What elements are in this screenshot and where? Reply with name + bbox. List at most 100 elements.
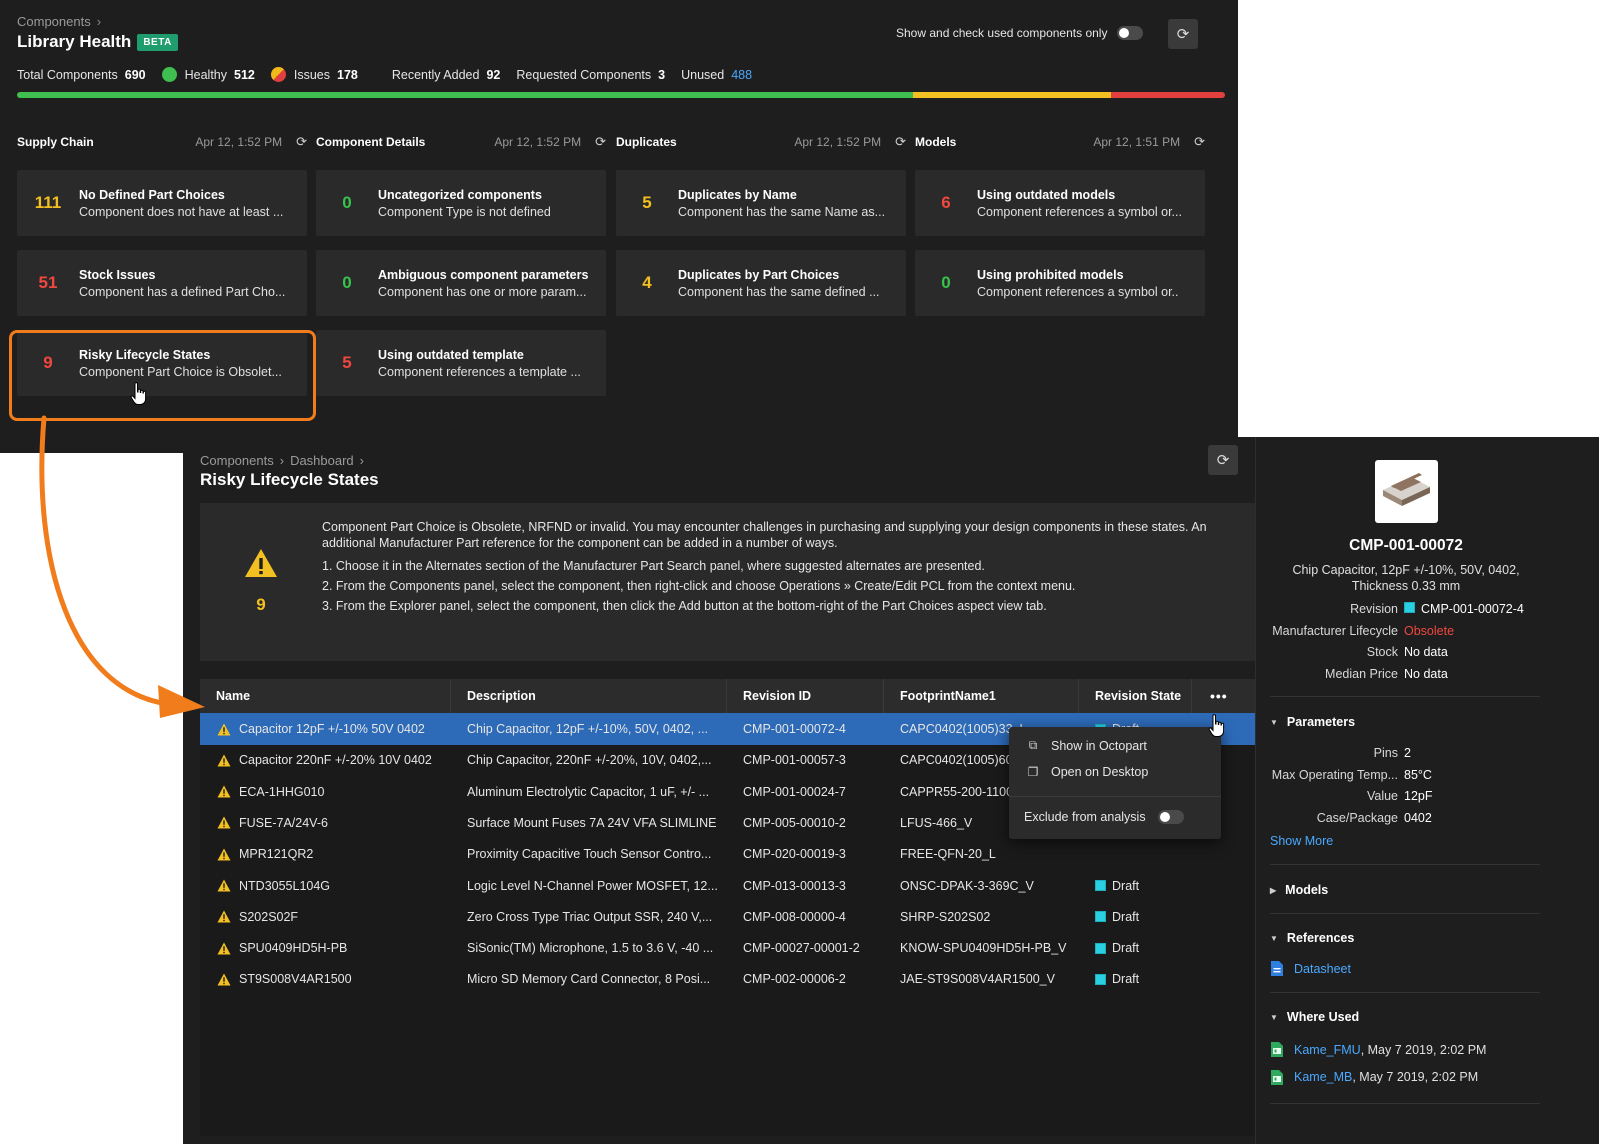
page-title-text: Library Health: [17, 32, 132, 51]
warning-icon: [217, 723, 231, 735]
menu-exclude-from-analysis: Exclude from analysis: [1024, 810, 1184, 824]
cell-revision-state: Draft: [1095, 932, 1185, 964]
table-row[interactable]: SPU0409HD5H-PB SiSonic(TM) Microphone, 1.…: [200, 932, 1261, 964]
datasheet-label: Datasheet: [1294, 961, 1351, 976]
price-row: Median Price No data: [1256, 667, 1448, 681]
breadcrumb-components[interactable]: Components: [17, 14, 91, 29]
refresh-icon[interactable]: ⟳: [595, 134, 606, 150]
triangle-down-icon: ▼: [1270, 1012, 1278, 1022]
kv-value[interactable]: CMP-001-00072-4: [1404, 602, 1524, 616]
where-used-item[interactable]: Kame_MB, May 7 2019, 2:02 PM: [1270, 1069, 1478, 1085]
col-name[interactable]: Name: [200, 679, 451, 713]
parameters-section-toggle[interactable]: ▼ Parameters: [1270, 715, 1355, 729]
cell-revision-id: CMP-005-00010-2: [743, 815, 846, 830]
used-only-toggle[interactable]: [1117, 26, 1144, 40]
exclude-toggle[interactable]: [1157, 810, 1184, 824]
card-text: Stock Issues Component has a defined Part…: [79, 268, 307, 299]
health-card[interactable]: 51 Stock Issues Component has a defined Pa…: [17, 250, 307, 316]
show-more-link[interactable]: Show More: [1270, 834, 1333, 848]
health-card[interactable]: 5 Duplicates by Name Component has the sam…: [616, 170, 906, 236]
stat-recent[interactable]: Recently Added 92: [392, 68, 500, 82]
cell-text: ECA-1HHG010: [239, 784, 325, 799]
menu-show-in-octopart[interactable]: ⧉ Show in Octopart: [1025, 738, 1147, 753]
refresh-icon[interactable]: ⟳: [296, 134, 307, 150]
references-section-toggle[interactable]: ▼ References: [1270, 931, 1354, 945]
cell-name: SPU0409HD5H-PB: [217, 932, 451, 964]
health-card[interactable]: 0 Using prohibited models Component refere…: [915, 250, 1205, 316]
warning-icon: [217, 910, 231, 923]
refresh-button[interactable]: ⟳: [1168, 19, 1198, 49]
page-title: Library Health BETA: [17, 32, 178, 52]
stat-unused[interactable]: Unused 488: [681, 68, 752, 82]
price-value: No data: [1404, 667, 1448, 681]
columns-more-button[interactable]: •••: [1192, 679, 1261, 713]
cell-description: Micro SD Memory Card Connector, 8 Posi..…: [467, 972, 711, 987]
where-used-name: Kame_FMU: [1294, 1042, 1361, 1057]
cell-footprint: JAE-ST9S008V4AR1500_V: [900, 972, 1055, 987]
triangle-down-icon: ▼: [1270, 933, 1278, 943]
cell-name: MPR121QR2: [217, 838, 451, 870]
col-revision-state[interactable]: Revision State: [1079, 679, 1192, 713]
models-section-toggle[interactable]: ▶ Models: [1270, 883, 1328, 897]
col-footprint[interactable]: FootprintName1: [884, 679, 1079, 713]
table-row[interactable]: ST9S008V4AR1500 Micro SD Memory Card Conn…: [200, 963, 1261, 995]
stat-issues[interactable]: Issues 178: [270, 67, 358, 82]
health-card[interactable]: 111 No Defined Part Choices Component does…: [17, 170, 307, 236]
cell-description: Logic Level N-Channel Power MOSFET, 12..…: [467, 878, 717, 893]
datasheet-link[interactable]: Datasheet: [1270, 961, 1351, 976]
param-label: Pins: [1373, 746, 1398, 760]
where-used-item[interactable]: Kame_FMU, May 7 2019, 2:02 PM: [1270, 1042, 1486, 1057]
health-card[interactable]: 0 Uncategorized components Component Type …: [316, 170, 606, 236]
kv-label: Median Price: [1325, 667, 1398, 681]
refresh-icon[interactable]: ⟳: [895, 134, 906, 150]
used-only-label: Show and check used components only: [896, 26, 1108, 40]
warning-icon: [217, 973, 231, 986]
health-card[interactable]: 6 Using outdated models Component referenc…: [915, 170, 1205, 236]
card-description: Component references a symbol or...: [977, 204, 1182, 219]
stock-value: No data: [1404, 645, 1448, 659]
stat-label: Healthy: [184, 67, 228, 82]
more-horizontal-icon: •••: [1210, 688, 1228, 704]
triangle-right-icon: ▶: [1270, 885, 1277, 895]
health-card[interactable]: 4 Duplicates by Part Choices Component has…: [616, 250, 906, 316]
where-used-name: Kame_MB: [1294, 1070, 1353, 1084]
breadcrumb-dashboard[interactable]: Dashboard: [290, 453, 354, 468]
menu-open-on-desktop[interactable]: ❐ Open on Desktop: [1025, 765, 1149, 779]
section-header: Models Apr 12, 1:51 PM ⟳: [915, 134, 1205, 150]
where-used-section-toggle[interactable]: ▼ Where Used: [1270, 1010, 1359, 1024]
card-description: Component does not have at least ...: [79, 204, 284, 219]
health-card[interactable]: 0 Ambiguous component parameters Component…: [316, 250, 606, 316]
card-text: Using prohibited models Component referen…: [977, 268, 1205, 299]
refresh-button[interactable]: ⟳: [1208, 445, 1238, 475]
table-row[interactable]: NTD3055L104G Logic Level N-Channel Power …: [200, 870, 1261, 902]
chevron-right-icon: ›: [279, 453, 285, 468]
cell-footprint: KNOW-SPU0409HD5H-PB_V: [900, 941, 1067, 956]
card-count: 0: [342, 273, 352, 292]
page-title: Risky Lifecycle States: [200, 470, 379, 489]
col-description[interactable]: Description: [451, 679, 727, 713]
cell-description: Chip Capacitor, 220nF +/-20%, 10V, 0402,…: [467, 753, 712, 768]
warning-icon: [217, 816, 231, 829]
health-card[interactable]: 5 Using outdated template Component refere…: [316, 330, 606, 396]
lifecycle-row: Manufacturer Lifecycle Obsolete: [1256, 624, 1454, 638]
cell-revision-id: CMP-001-00072-4: [743, 722, 846, 736]
stat-total: Total Components 690: [17, 68, 146, 82]
card-count: 111: [34, 193, 62, 212]
stat-healthy[interactable]: Healthy 512: [161, 67, 255, 82]
stock-row: Stock No data: [1256, 645, 1448, 659]
parameter-row: Case/Package 0402: [1256, 811, 1432, 825]
breadcrumb-components[interactable]: Components: [200, 453, 274, 468]
card-text: Using outdated template Component referen…: [378, 348, 606, 379]
draft-state-icon: [1095, 973, 1106, 985]
stat-requested[interactable]: Requested Components 3: [516, 68, 665, 82]
cell-name: S202S02F: [217, 901, 451, 933]
info-step: 1. Choose it in the Alternates section o…: [322, 559, 985, 573]
where-used-date: , May 7 2019, 2:02 PM: [1360, 1042, 1487, 1057]
health-bar-warning: [913, 92, 1112, 98]
table-row[interactable]: MPR121QR2 Proximity Capacitive Touch Sens…: [200, 838, 1261, 870]
health-bar-error: [1111, 92, 1225, 98]
refresh-icon[interactable]: ⟳: [1194, 134, 1205, 150]
card-description: Component has one or more param...: [378, 284, 587, 299]
table-row[interactable]: S202S02F Zero Cross Type Triac Output SSR…: [200, 901, 1261, 933]
col-revision-id[interactable]: Revision ID: [727, 679, 884, 713]
